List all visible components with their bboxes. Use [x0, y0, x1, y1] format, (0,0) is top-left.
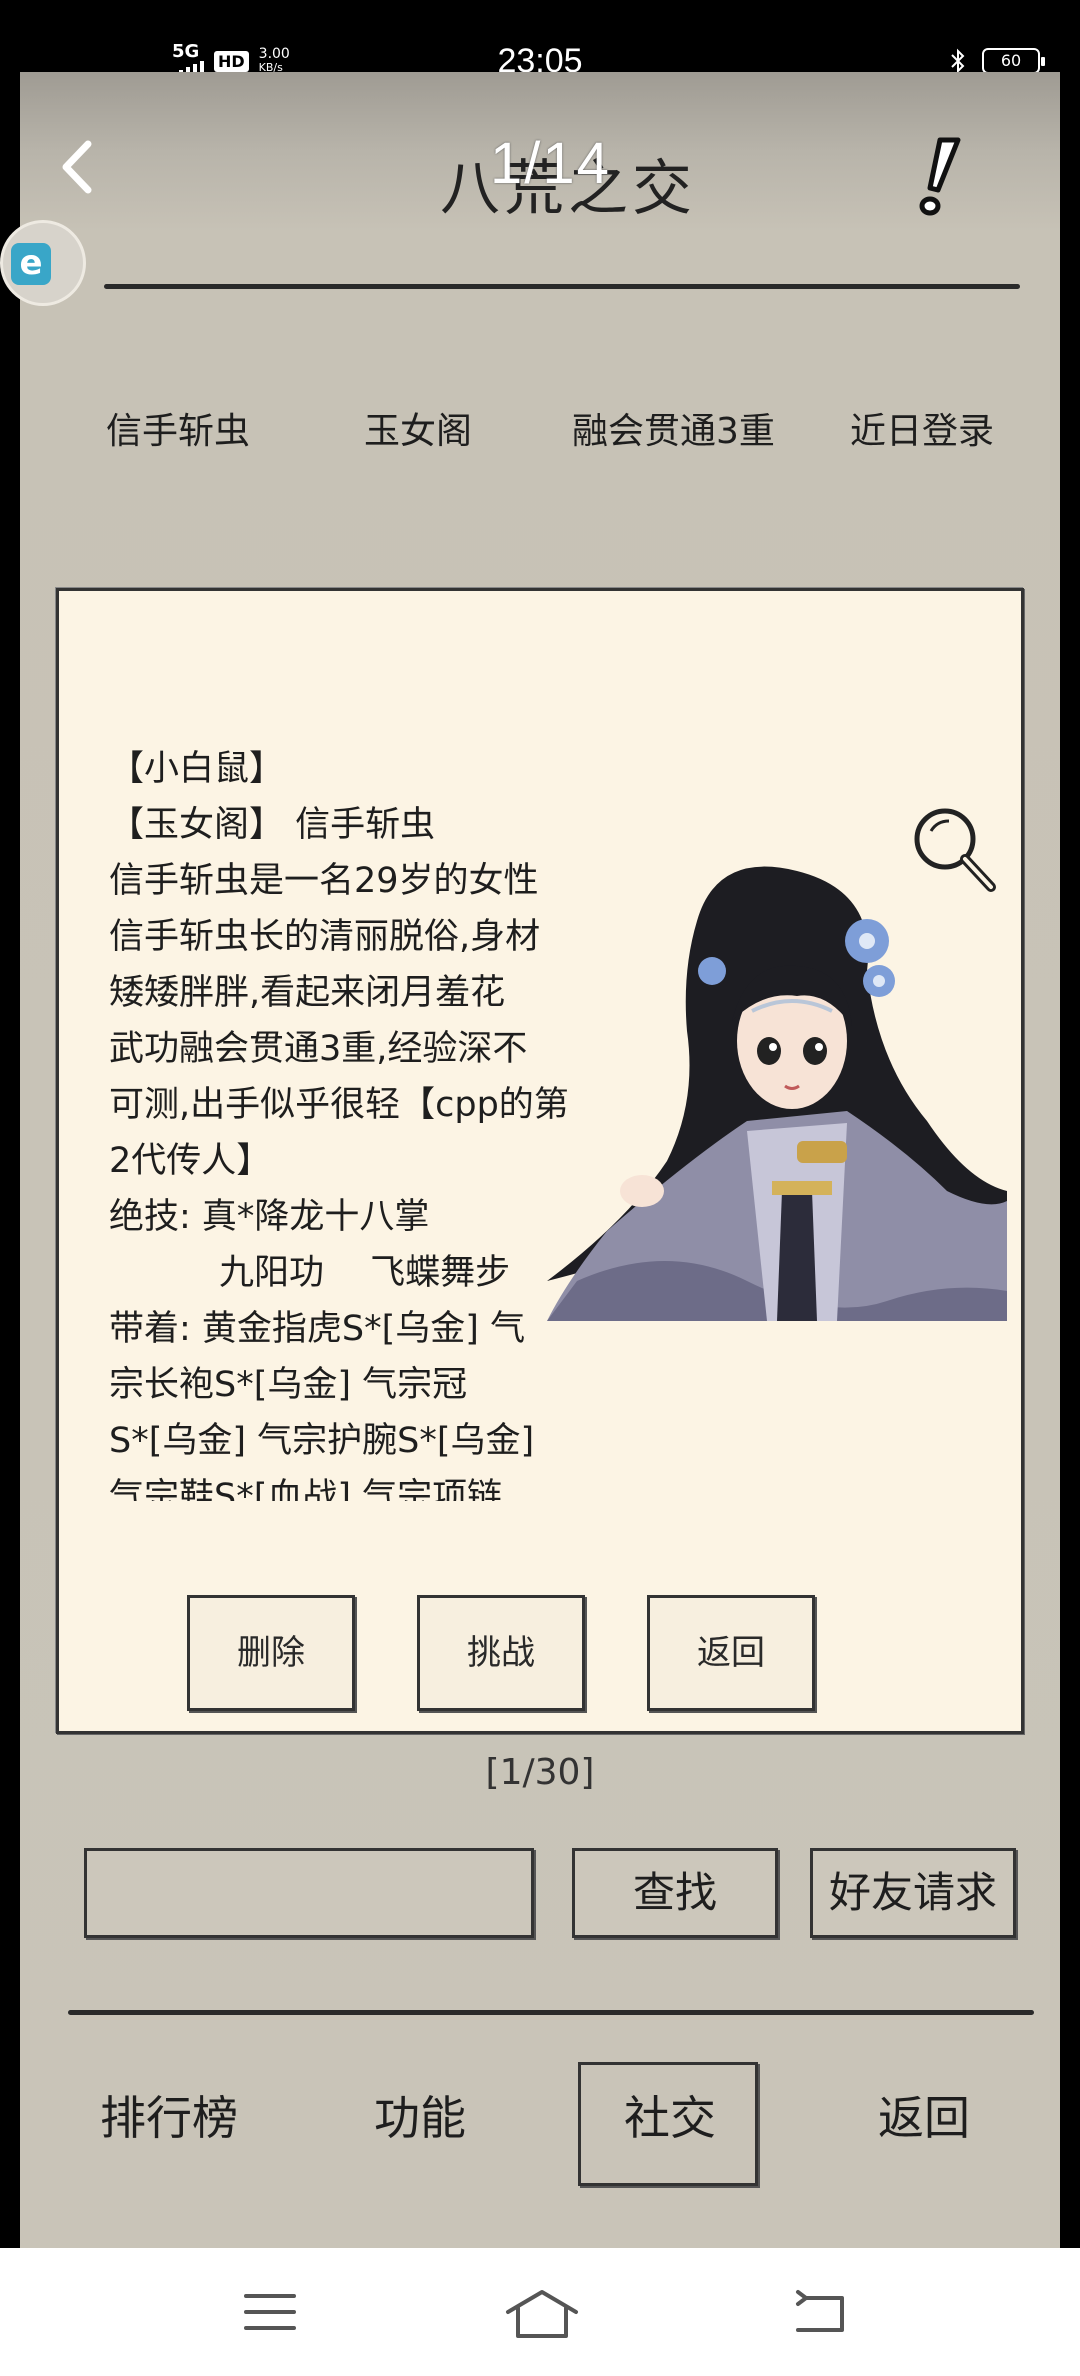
profile-line: 武功融会贯通3重,经验深不: [109, 1029, 528, 1069]
profile-line: 信手斩虫长的清丽脱俗,身材: [109, 917, 541, 957]
player-level: 融会贯通3重: [572, 411, 775, 452]
profile-line: 2代传人】: [109, 1141, 272, 1181]
character-portrait: [547, 866, 1007, 1321]
profile-line: 九阳功 飞蝶舞步: [219, 1253, 511, 1293]
login-status: 近日登录: [850, 411, 995, 452]
profile-line: 可测,出手似乎很轻【cpp的第: [109, 1085, 569, 1125]
system-navigation-bar: [0, 2248, 1080, 2376]
header-divider: [104, 284, 1020, 289]
profile-line: 矮矮胖胖,看起来闭月羞花: [109, 973, 506, 1013]
profile-line: 带着: 黄金指虎S*[乌金] 气: [109, 1309, 526, 1349]
player-sect: 玉女阁: [364, 411, 473, 452]
status-right: 60: [948, 48, 1045, 74]
player-name: 信手斩虫: [106, 411, 251, 452]
home-icon[interactable]: [504, 2288, 580, 2340]
profile-card: 【小白鼠】 【玉女阁】 信手斩虫 信手斩虫是一名29岁的女性 信手斩虫长的清丽脱…: [56, 588, 1024, 1734]
page-indicator: 1/14: [490, 131, 611, 196]
player-info-row: 信手斩虫 玉女阁 融会贯通3重 近日登录: [20, 402, 1060, 472]
nav-divider: [68, 2010, 1034, 2015]
profile-line: 信手斩虫是一名29岁的女性: [109, 861, 539, 901]
search-input[interactable]: [84, 1848, 534, 1938]
exclamation-icon[interactable]: [910, 132, 970, 222]
delete-button[interactable]: 删除: [187, 1595, 355, 1711]
bluetooth-icon: [951, 48, 965, 74]
nav-social[interactable]: 社交: [624, 2082, 716, 2148]
profile-line: 【玉女阁】 信手斩虫: [109, 805, 436, 845]
battery-icon: 60: [982, 48, 1045, 74]
friend-request-button[interactable]: 好友请求: [810, 1848, 1016, 1938]
nav-functions[interactable]: 功能: [374, 2082, 466, 2148]
pagination: [1/30]: [485, 1752, 595, 1793]
battery-level: 60: [1000, 51, 1022, 70]
header: 八荒之交 1/14 e: [0, 72, 1060, 306]
profile-line: 宗长袍S*[乌金] 气宗冠: [109, 1365, 468, 1405]
app-screen: 八荒之交 1/14 e 信手斩虫 玉女阁 融会贯通3重 近日登录 【小白鼠】 【…: [0, 72, 1060, 2248]
floating-ball[interactable]: e: [0, 220, 86, 306]
status-bar: 5G HD 3.00 KB/s 23:05 60: [0, 0, 1080, 80]
profile-line: S*[乌金] 气宗护腕S*[乌金]: [109, 1421, 535, 1461]
nav-back[interactable]: 返回: [878, 2082, 970, 2148]
profile-text[interactable]: 【小白鼠】 【玉女阁】 信手斩虫 信手斩虫是一名29岁的女性 信手斩虫长的清丽脱…: [109, 741, 569, 1501]
app-icon: e: [11, 243, 51, 285]
challenge-button[interactable]: 挑战: [417, 1595, 585, 1711]
back-nav-icon[interactable]: [790, 2288, 850, 2336]
find-button[interactable]: 查找: [572, 1848, 778, 1938]
chevron-left-icon[interactable]: [48, 132, 108, 202]
card-back-button[interactable]: 返回: [647, 1595, 815, 1711]
nav-ranking[interactable]: 排行榜: [100, 2082, 238, 2148]
profile-line: 【小白鼠】: [109, 749, 285, 789]
menu-icon[interactable]: [242, 2288, 298, 2336]
profile-line: 绝技: 真*降龙十八掌: [109, 1197, 430, 1237]
profile-line: 气宗鞋S*[血战] 气宗项链: [109, 1477, 503, 1501]
